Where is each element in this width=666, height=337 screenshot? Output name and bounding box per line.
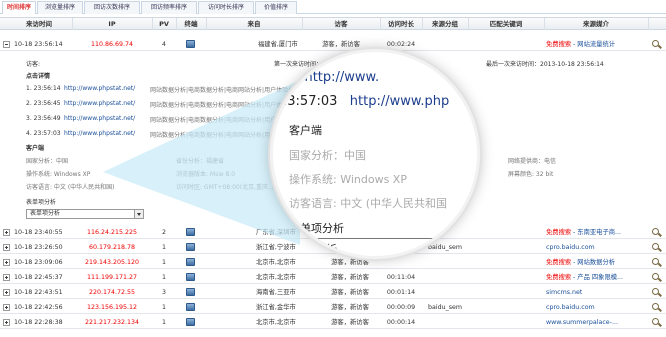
desktop-terminal-icon bbox=[186, 258, 195, 266]
tab-duration-sort[interactable]: 访问时长排序 bbox=[198, 1, 254, 14]
col-duration[interactable]: 访问时长 bbox=[380, 18, 422, 30]
tab-time-sort[interactable]: 时间排序 bbox=[2, 1, 36, 14]
desktop-terminal-icon bbox=[186, 303, 195, 311]
col-ip[interactable]: IP bbox=[72, 18, 152, 30]
tab-value-sort[interactable]: 价值排序 bbox=[255, 1, 297, 14]
col-visitor[interactable]: 访客 bbox=[302, 18, 380, 30]
table-row-expanded[interactable]: 10-18 23:56:14 110.86.69.74 4 福建省,厦门市 游客… bbox=[0, 38, 666, 51]
form-analysis-label: 表单项分析 bbox=[26, 199, 57, 206]
col-source-media[interactable]: 来源媒介 bbox=[544, 18, 648, 30]
table-row[interactable]: 10-18 22:28:38 221.217.232.134 1 北京市,北京市 游客，… bbox=[0, 316, 666, 329]
expand-icon[interactable] bbox=[3, 319, 10, 326]
client-label: 客户端 bbox=[26, 145, 45, 152]
table-row[interactable]: 10-18 23:09:06 219.143.205.120 1 北京市,北京市 游客，… bbox=[0, 256, 666, 269]
click-url[interactable]: http://www.phpstat.net/ bbox=[64, 85, 135, 92]
expand-icon[interactable] bbox=[3, 304, 10, 311]
desktop-terminal-icon bbox=[186, 243, 195, 251]
desktop-terminal-icon bbox=[186, 273, 195, 281]
expand-icon[interactable] bbox=[3, 289, 10, 296]
tab-revisit-frequency-sort[interactable]: 回访频率排序 bbox=[141, 1, 197, 14]
col-visit-time[interactable]: 来访时间 bbox=[18, 18, 60, 30]
expand-icon[interactable] bbox=[3, 244, 10, 251]
col-from[interactable]: 来自 bbox=[206, 18, 302, 30]
table-row[interactable]: 10-18 22:45:37 111.199.171.27 1 北京市,北京市 游客，新… bbox=[0, 271, 666, 284]
click-url[interactable]: http://www.phpstat.net/ bbox=[64, 115, 135, 122]
magnifier-lens: :49 http://www. 23:57:03 http://www.php … bbox=[270, 49, 480, 259]
desktop-terminal-icon bbox=[186, 288, 195, 296]
table-header: 来访时间 IP PV 终端 来自 访客 访问时长 来源分组 匹配关键词 来源媒介 bbox=[0, 17, 666, 30]
expand-icon[interactable] bbox=[3, 274, 10, 281]
magnify-detail-icon[interactable] bbox=[652, 40, 659, 47]
desktop-terminal-icon bbox=[186, 228, 195, 236]
table-row[interactable]: 10-18 22:42:56 123.156.195.12 1 浙江省,金华市 游客，新… bbox=[0, 301, 666, 314]
magnify-detail-icon[interactable] bbox=[652, 318, 659, 325]
click-details-label: 点击详情 bbox=[26, 73, 51, 80]
col-keyword[interactable]: 匹配关键词 bbox=[468, 18, 544, 30]
col-pv[interactable]: PV bbox=[152, 18, 176, 30]
table-row[interactable]: 10-18 22:43:51 220.174.72.55 3 海南省,三亚市 游客，新访… bbox=[0, 286, 666, 299]
tab-pageview-sort[interactable]: 浏览量排序 bbox=[37, 1, 83, 14]
form-analysis-select[interactable]: 表单项分析 bbox=[26, 209, 144, 219]
tab-revisit-count-sort[interactable]: 回访次数排序 bbox=[84, 1, 140, 14]
magnify-detail-icon[interactable] bbox=[652, 258, 659, 265]
click-url[interactable]: http://www.phpstat.net/ bbox=[64, 130, 135, 137]
magnify-detail-icon[interactable] bbox=[652, 303, 659, 310]
magnify-detail-icon[interactable] bbox=[652, 243, 659, 250]
collapse-icon[interactable] bbox=[3, 41, 10, 48]
magnify-detail-icon[interactable] bbox=[652, 288, 659, 295]
expand-icon[interactable] bbox=[3, 229, 10, 236]
expand-icon[interactable] bbox=[3, 259, 10, 266]
last-visit-time: 最后一次来访时间：2013-10-18 23:56:14 bbox=[486, 61, 604, 68]
visitor-label: 访客: bbox=[26, 61, 41, 68]
magnify-detail-icon[interactable] bbox=[652, 273, 659, 280]
click-url[interactable]: http://www.phpstat.net/ bbox=[64, 100, 135, 107]
sort-tabs: 时间排序 浏览量排序 回访次数排序 回访频率排序 访问时长排序 价值排序 bbox=[0, 0, 666, 14]
desktop-terminal-icon bbox=[186, 40, 195, 48]
magnify-detail-icon[interactable] bbox=[652, 228, 659, 235]
col-terminal[interactable]: 终端 bbox=[176, 18, 206, 30]
chevron-down-icon[interactable] bbox=[134, 210, 143, 218]
col-source-group[interactable]: 来源分组 bbox=[422, 18, 468, 30]
desktop-terminal-icon bbox=[186, 318, 195, 326]
